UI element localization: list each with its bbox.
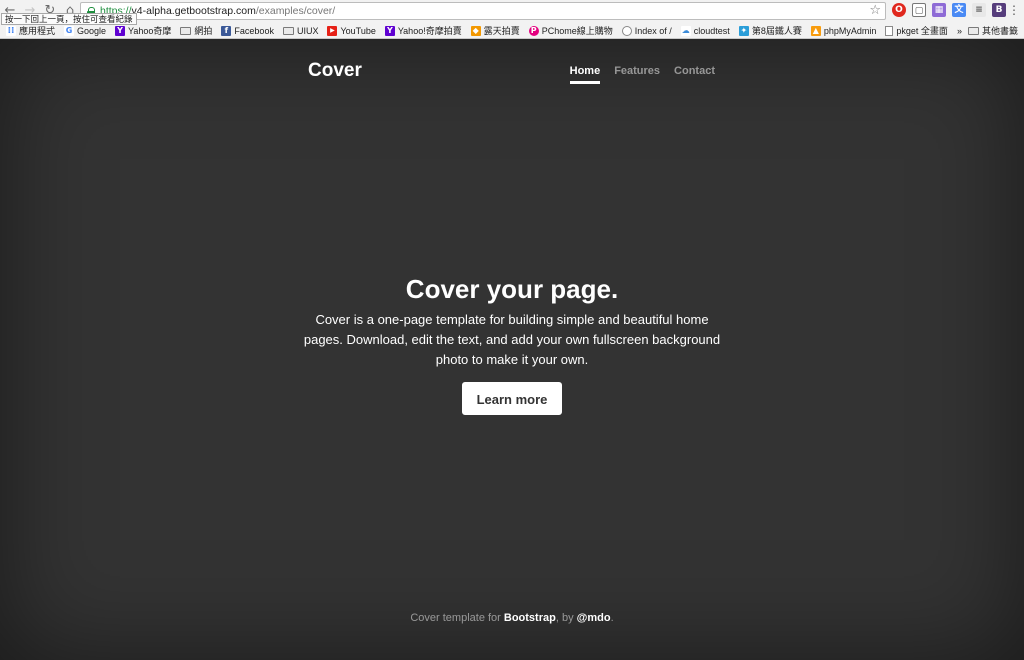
bookmark-label: Yahoo!奇摩拍賣	[397, 26, 462, 36]
page-icon	[885, 25, 894, 36]
yahoo-icon: Y	[115, 25, 126, 36]
ruten-icon: ◆	[470, 25, 481, 36]
footer: Cover template for Bootstrap, by @mdo.	[0, 612, 1024, 624]
folder-icon	[967, 26, 979, 35]
url-path: /examples/cover/	[255, 5, 336, 17]
bookmark-label: Google	[77, 25, 107, 36]
notes-extension-icon[interactable]: ≡	[972, 3, 986, 17]
bookmark-label: UIUX	[296, 25, 319, 36]
nav-features[interactable]: Features	[614, 65, 660, 84]
back-button-tooltip: 按一下回上一頁，按住可查看紀錄	[1, 13, 137, 25]
google-icon: G	[64, 25, 75, 36]
cover-section: Cover your page. Cover is a one-page tem…	[300, 272, 724, 415]
footer-mdo-link[interactable]: @mdo	[577, 612, 611, 624]
bookmark-phpmyadmin[interactable]: ▲ phpMyAdmin	[810, 25, 877, 36]
bookmark-label: Facebook	[234, 25, 274, 36]
footer-bootstrap-link[interactable]: Bootstrap	[504, 612, 556, 624]
site-brand[interactable]: Cover	[308, 60, 362, 82]
bootstrap-extension-icon[interactable]: B	[992, 3, 1006, 17]
bookmark-ruten[interactable]: ◆ 露天拍賣	[470, 24, 520, 37]
footer-text: Cover template for	[410, 612, 504, 624]
bookmark-label: Index of /	[634, 25, 672, 36]
facebook-icon: f	[221, 25, 232, 36]
bookmark-apps[interactable]: ⁞⁞ 應用程式	[6, 24, 55, 37]
cloud-icon: ☁	[680, 25, 691, 36]
bookmark-label: 網拍	[194, 26, 213, 36]
address-bar[interactable]: https://v4-alpha.getbootstrap.com/exampl…	[80, 2, 886, 20]
other-bookmarks-label[interactable]: 其他書籤	[982, 24, 1018, 37]
bookmark-pkget[interactable]: pkget 全畫面	[885, 24, 948, 37]
chevron-right-icon[interactable]: »	[957, 26, 962, 36]
bookmark-google[interactable]: G Google	[64, 25, 107, 36]
bookmark-yahoo-auction[interactable]: Y Yahoo!奇摩拍賣	[384, 24, 462, 37]
pchome-icon: P	[528, 25, 539, 36]
folder-icon	[282, 26, 294, 35]
youtube-icon: ▶	[327, 25, 338, 36]
browser-chrome: ← → ↻ ⌂ https://v4-alpha.getbootstrap.co…	[0, 0, 1024, 39]
bookmark-label: Yahoo奇摩	[128, 26, 172, 36]
bookmark-label: 露天拍賣	[483, 26, 520, 36]
globe-icon	[621, 25, 632, 36]
ithelp-icon: ✦	[738, 25, 749, 36]
bookmark-star-icon[interactable]: ☆	[869, 3, 881, 19]
bookmarks-overflow[interactable]: » 其他書籤	[957, 23, 1018, 38]
footer-text: , by	[555, 612, 577, 624]
bookmark-yahoo[interactable]: Y Yahoo奇摩	[115, 24, 171, 37]
screenshot-icon[interactable]: ▢	[912, 3, 926, 17]
phpmyadmin-icon: ▲	[810, 25, 821, 36]
main-nav: Home Features Contact	[569, 65, 715, 84]
bookmarks-bar: ⁞⁞ 應用程式 G Google Y Yahoo奇摩 網拍 f Facebook…	[0, 23, 1024, 38]
bookmark-label: PChome線上購物	[541, 26, 613, 36]
nav-home[interactable]: Home	[569, 65, 601, 84]
opera-icon[interactable]: O	[892, 3, 906, 17]
bookmark-label: 第8屆鐵人賽	[751, 26, 802, 36]
bookmark-folder-uiux[interactable]: UIUX	[282, 25, 319, 36]
bookmark-label: pkget 全畫面	[896, 26, 948, 36]
bookmark-label: cloudtest	[693, 25, 730, 36]
bookmark-folder-auction[interactable]: 網拍	[180, 24, 212, 37]
bookmark-ithelp[interactable]: ✦ 第8屆鐵人賽	[738, 24, 802, 37]
apps-grid-icon: ⁞⁞	[6, 25, 16, 36]
footer-text: .	[610, 612, 614, 624]
bookmark-cloudtest[interactable]: ☁ cloudtest	[680, 25, 730, 36]
folder-icon	[180, 26, 192, 35]
bookmark-label: 應用程式	[19, 26, 56, 36]
bookmark-pchome[interactable]: P PChome線上購物	[528, 24, 613, 37]
yahoo-icon: Y	[384, 25, 395, 36]
browser-menu-icon[interactable]: ⋮	[1008, 3, 1020, 17]
cover-lead: Cover is a one-page template for buildin…	[303, 312, 721, 367]
cover-heading: Cover your page.	[405, 274, 619, 304]
translate-icon[interactable]: 文	[952, 3, 966, 17]
bookmark-label: YouTube	[340, 25, 376, 36]
bookmark-facebook[interactable]: f Facebook	[221, 25, 274, 36]
bookmark-label: phpMyAdmin	[823, 25, 877, 36]
page-viewport: Cover Home Features Contact Cover your p…	[0, 39, 1024, 660]
grid-extension-icon[interactable]: ▦	[932, 3, 946, 17]
nav-contact[interactable]: Contact	[674, 65, 715, 84]
bookmark-index-of[interactable]: Index of /	[621, 25, 672, 36]
bookmark-youtube[interactable]: ▶ YouTube	[327, 25, 376, 36]
learn-more-button[interactable]: Learn more	[461, 382, 563, 415]
url-host: v4-alpha.getbootstrap.com	[131, 5, 256, 17]
extensions-bar: O ▢ ▦ 文 ≡ B	[892, 3, 1006, 17]
